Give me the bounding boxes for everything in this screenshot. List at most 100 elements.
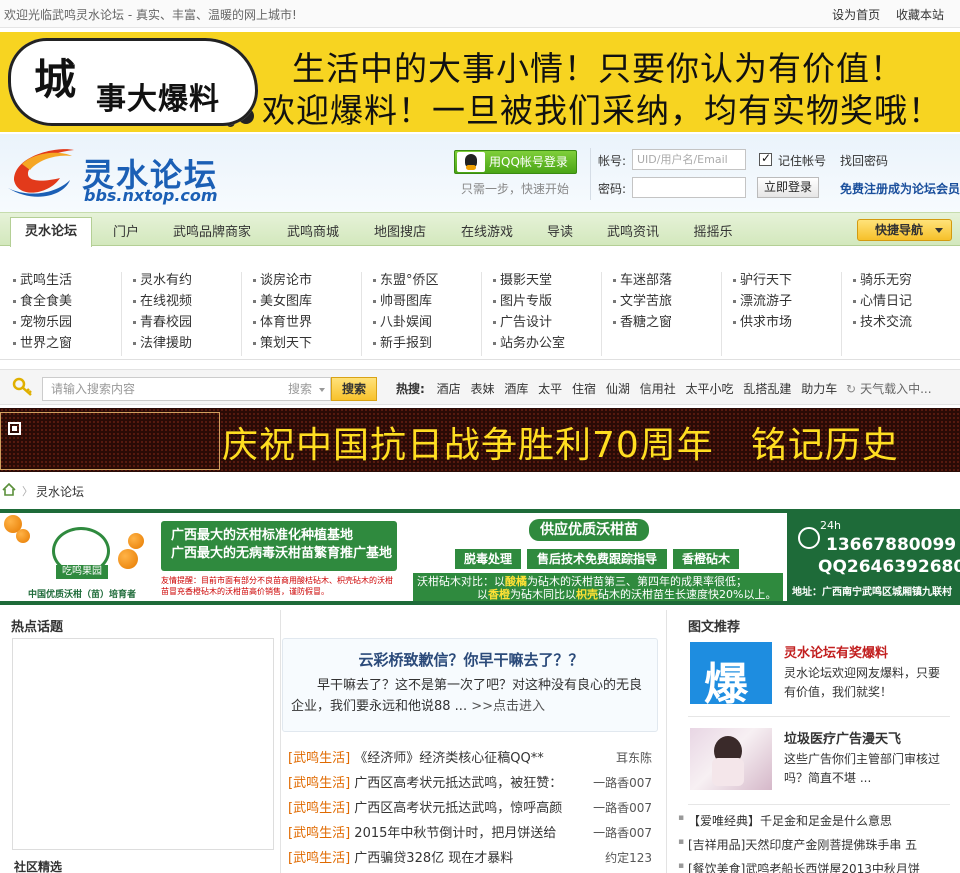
banner-toggle-icon[interactable] xyxy=(8,422,21,435)
tab-guide[interactable]: 导读 xyxy=(538,219,582,247)
news-title[interactable]: 广西区高考状元抵达武鸣，惊呼高颜 xyxy=(354,801,562,816)
news-category[interactable]: [武鸣生活] xyxy=(288,826,350,841)
tab-games[interactable]: 在线游戏 xyxy=(450,219,524,247)
find-password-link[interactable]: 找回密码 xyxy=(840,152,888,169)
news-title[interactable]: 2015年中秋节倒计时，把月饼送给 xyxy=(354,826,556,841)
recommend-list-item[interactable]: 【爱唯经典】千足金和足金是什么意思 xyxy=(678,812,892,829)
forum-link[interactable]: 广告设计 xyxy=(490,312,610,333)
forum-link[interactable]: 帅哥图库 xyxy=(370,291,490,312)
hot-search-link[interactable]: 住宿 xyxy=(572,382,596,396)
set-home-link[interactable]: 设为首页 xyxy=(832,8,880,22)
forum-link[interactable]: 东盟°侨区 xyxy=(370,270,490,291)
forum-link[interactable]: 灵水有约 xyxy=(130,270,250,291)
bookmark-link[interactable]: 收藏本站 xyxy=(896,8,944,22)
recommend-item-2-title[interactable]: 垃圾医疗广告漫天飞 xyxy=(784,728,901,747)
search-button[interactable]: 搜索 xyxy=(331,377,377,401)
featured-title[interactable]: 云彩桥致歉信？你早干嘛去了？？ xyxy=(283,649,659,670)
comparison-highlight: 酸橘 xyxy=(505,575,527,588)
hot-search-link[interactable]: 信用社 xyxy=(640,382,676,396)
news-author[interactable]: 一路香007 xyxy=(593,821,652,846)
news-category[interactable]: [武鸣生活] xyxy=(288,801,350,816)
hot-search-link[interactable]: 助力车 xyxy=(801,382,837,396)
forum-link[interactable]: 美女图库 xyxy=(250,291,370,312)
news-title[interactable]: 《经济师》经济类核心征稿QQ** xyxy=(354,751,543,766)
password-input[interactable] xyxy=(632,177,746,198)
forum-link[interactable]: 武鸣生活 xyxy=(10,270,130,291)
tab-news[interactable]: 武鸣资讯 xyxy=(596,219,670,247)
news-category[interactable]: [武鸣生活] xyxy=(288,851,350,866)
forum-link[interactable]: 食全食美 xyxy=(10,291,130,312)
recommend-item-1-title[interactable]: 灵水论坛有奖爆料 xyxy=(784,642,888,661)
promo-banner[interactable]: 城 事大爆料 生活中的大事小情！只要你认为有价值！ 欢迎爆料！一旦被我们采纳，均… xyxy=(0,32,960,132)
quick-nav-button[interactable]: 快捷导航 xyxy=(857,219,952,241)
account-input[interactable]: UID/用户名/Email xyxy=(632,149,746,170)
qq-login-button[interactable]: 用QQ帐号登录 xyxy=(454,150,577,174)
forum-link[interactable]: 文学苦旅 xyxy=(610,291,730,312)
news-author[interactable]: 一路香007 xyxy=(593,771,652,796)
tab-mall[interactable]: 武鸣商城 xyxy=(276,219,350,247)
forum-link[interactable]: 体育世界 xyxy=(250,312,370,333)
news-author[interactable]: 一路香007 xyxy=(593,796,652,821)
forum-link[interactable]: 新手报到 xyxy=(370,333,490,354)
celebration-banner[interactable]: 庆祝中国抗日战争胜利70周年 铭记历史 xyxy=(0,408,960,472)
forum-link[interactable]: 策划天下 xyxy=(250,333,370,354)
recommend-thumb-1[interactable]: 爆 xyxy=(690,642,772,710)
forum-link[interactable]: 宠物乐园 xyxy=(10,312,130,333)
recommend-list-item[interactable]: [吉祥用品]天然印度产金刚菩提佛珠手串 五 xyxy=(678,836,917,853)
search-input[interactable]: 请输入搜索内容 xyxy=(42,377,286,401)
site-logo[interactable]: 灵水论坛 bbs.nxtop.com xyxy=(4,140,244,206)
hot-search-link[interactable]: 乱搭乱建 xyxy=(743,382,791,396)
forum-link[interactable]: 图片专版 xyxy=(490,291,610,312)
forum-link[interactable]: 驴行天下 xyxy=(730,270,850,291)
forum-link[interactable]: 在线视频 xyxy=(130,291,250,312)
news-author[interactable]: 约定123 xyxy=(605,846,652,871)
tab-shake[interactable]: 摇摇乐 xyxy=(684,219,742,247)
tab-forum[interactable]: 灵水论坛 xyxy=(10,217,92,247)
news-item[interactable]: [武鸣生活] 广西骗贷328亿 现在才暴料 约定123 xyxy=(288,846,652,871)
forum-link[interactable]: 青春校园 xyxy=(130,312,250,333)
news-item[interactable]: [武鸣生活] 广西区高考状元抵达武鸣，惊呼高颜 一路香007 xyxy=(288,796,652,821)
forum-link[interactable]: 技术交流 xyxy=(850,312,960,333)
search-type-select[interactable]: 搜索 xyxy=(284,377,331,401)
news-item[interactable]: [武鸣生活] 2015年中秋节倒计时，把月饼送给 一路香007 xyxy=(288,821,652,846)
register-link[interactable]: 免费注册成为论坛会员 xyxy=(840,180,960,197)
hot-search-link[interactable]: 酒店 xyxy=(437,382,461,396)
featured-article[interactable]: 云彩桥致歉信？你早干嘛去了？？ 早干嘛去了？这不是第一次了吧？对这种没有良心的无… xyxy=(282,638,658,732)
orchard-ad-banner[interactable]: 吃鸣果园 中国优质沃柑（苗）培育者 广西最大的沃柑标准化种植基地 广西最大的无病… xyxy=(0,509,960,605)
tab-brand-merchants[interactable]: 武鸣品牌商家 xyxy=(162,219,262,247)
home-icon[interactable] xyxy=(2,483,16,496)
news-item[interactable]: [武鸣生活] 《经济师》经济类核心征稿QQ** 耳东陈 xyxy=(288,746,652,771)
news-author[interactable]: 耳东陈 xyxy=(616,746,652,771)
forum-link[interactable]: 法律援助 xyxy=(130,333,250,354)
tab-map-search[interactable]: 地图搜店 xyxy=(364,219,436,247)
hot-search-link[interactable]: 表妹 xyxy=(470,382,494,396)
forum-link[interactable]: 世界之窗 xyxy=(10,333,130,354)
hot-search-link[interactable]: 太平 xyxy=(538,382,562,396)
forum-link[interactable]: 香糖之窗 xyxy=(610,312,730,333)
featured-more-link[interactable]: >>点击进入 xyxy=(471,699,545,714)
hot-topics-slider[interactable] xyxy=(12,638,274,850)
news-category[interactable]: [武鸣生活] xyxy=(288,751,350,766)
forum-link[interactable]: 站务办公室 xyxy=(490,333,610,354)
forum-link[interactable]: 漂流游子 xyxy=(730,291,850,312)
forum-link[interactable]: 摄影天堂 xyxy=(490,270,610,291)
forum-link[interactable]: 供求市场 xyxy=(730,312,850,333)
news-item[interactable]: [武鸣生活] 广西区高考状元抵达武鸣，被狂赞： 一路香007 xyxy=(288,771,652,796)
forum-link[interactable]: 谈房论市 xyxy=(250,270,370,291)
news-category[interactable]: [武鸣生活] xyxy=(288,776,350,791)
forum-link[interactable]: 车迷部落 xyxy=(610,270,730,291)
forum-link[interactable]: 骑乐无穷 xyxy=(850,270,960,291)
hot-search-link[interactable]: 酒库 xyxy=(504,382,528,396)
forum-link[interactable]: 八卦娱闻 xyxy=(370,312,490,333)
news-title[interactable]: 广西区高考状元抵达武鸣，被狂赞： xyxy=(354,776,562,791)
hot-search-link[interactable]: 仙湖 xyxy=(606,382,630,396)
forum-link[interactable]: 心情日记 xyxy=(850,291,960,312)
recommend-list-item[interactable]: [餐饮美食]武鸣老船长西饼屋2013中秋月饼 xyxy=(678,860,920,873)
hot-search-link[interactable]: 太平小吃 xyxy=(686,382,734,396)
news-title[interactable]: 广西骗贷328亿 现在才暴料 xyxy=(354,851,513,866)
remember-checkbox[interactable] xyxy=(759,151,772,166)
tab-portal[interactable]: 门户 xyxy=(102,219,150,247)
recommend-thumb-2[interactable] xyxy=(690,728,772,790)
login-button[interactable]: 立即登录 xyxy=(757,177,819,198)
breadcrumb-current[interactable]: 灵水论坛 xyxy=(36,483,84,500)
